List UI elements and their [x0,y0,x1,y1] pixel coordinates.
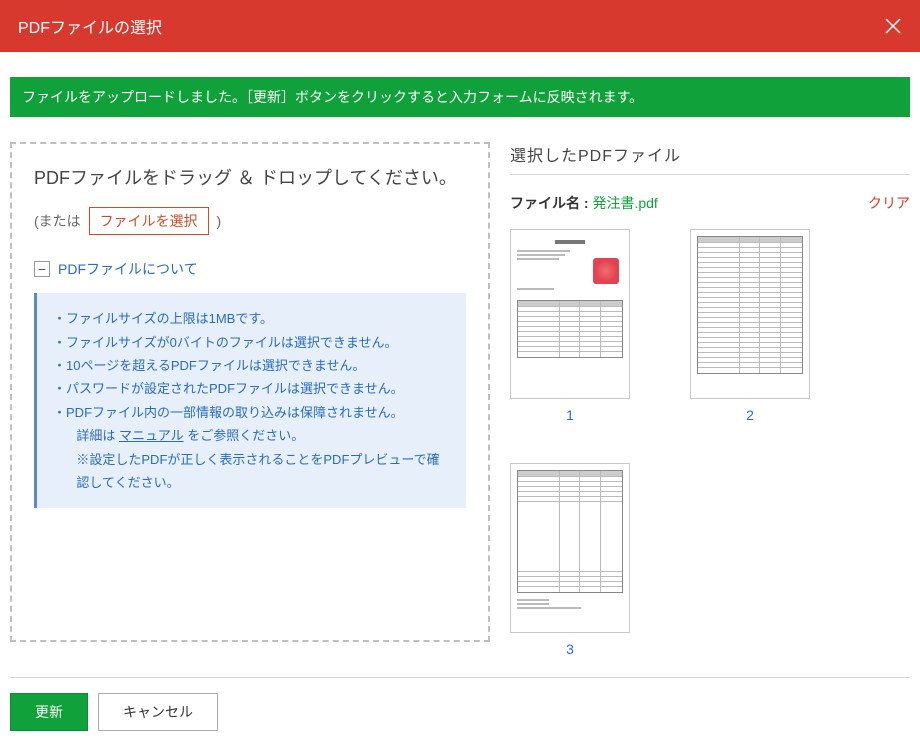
thumbnail-item[interactable]: 3 [510,463,630,657]
file-name-label: ファイル名 : [510,195,592,211]
about-item: ファイルサイズの上限は1MBです。 [53,307,450,330]
file-info-row: ファイル名 : 発注書.pdf クリア [510,193,910,213]
file-select-button[interactable]: ファイルを選択 [89,207,209,235]
thumbnail-page-2 [690,229,810,399]
file-name-value: 発注書.pdf [592,195,657,211]
file-select-line: (または ファイルを選択 ) [34,207,466,235]
detail-prefix: 詳細は [76,428,119,443]
or-suffix: ) [216,213,221,229]
thumbnail-page-3 [510,463,630,633]
pdf-select-dialog: PDFファイルの選択 ファイルをアップロードしました。［更新］ボタンをクリックす… [0,0,920,746]
content-row: PDFファイルをドラッグ ＆ ドロップしてください。 (または ファイルを選択 … [10,142,910,657]
dialog-header: PDFファイルの選択 [0,0,920,52]
thumbnail-page-1 [510,229,630,399]
preview-column: 選択したPDFファイル ファイル名 : 発注書.pdf クリア [510,142,910,657]
dialog-footer: 更新 キャンセル [10,677,910,746]
about-detail-line: 詳細は マニュアル をご参照ください。 [53,424,450,447]
about-pdf-toggle[interactable]: − PDFファイルについて [34,259,466,279]
dropzone[interactable]: PDFファイルをドラッグ ＆ ドロップしてください。 (または ファイルを選択 … [10,142,490,642]
page-number: 3 [510,641,630,657]
about-list: ファイルサイズの上限は1MBです。 ファイルサイズが0バイトのファイルは選択でき… [53,307,450,424]
dropzone-title: PDFファイルをドラッグ ＆ ドロップしてください。 [34,166,466,191]
update-button[interactable]: 更新 [10,693,88,731]
dialog-title: PDFファイルの選択 [18,14,162,38]
cancel-button[interactable]: キャンセル [98,693,218,731]
about-toggle-label: PDFファイルについて [58,259,198,279]
thumbnail-item[interactable]: 1 [510,229,630,423]
stamp-icon [593,258,619,284]
detail-suffix: をご参照ください。 [184,428,305,443]
success-notice: ファイルをアップロードしました。［更新］ボタンをクリックすると入力フォームに反映… [10,77,910,117]
page-number: 1 [510,407,630,423]
preview-heading: 選択したPDFファイル [510,142,910,175]
about-pdf-panel: ファイルサイズの上限は1MBです。 ファイルサイズが0バイトのファイルは選択でき… [34,293,466,508]
page-number: 2 [690,407,810,423]
minus-icon: − [34,261,50,277]
thumbnails: 1 [510,229,910,657]
clear-button[interactable]: クリア [868,193,910,213]
or-prefix: (または [34,213,81,229]
close-icon [884,17,902,35]
file-name-block: ファイル名 : 発注書.pdf [510,193,658,213]
thumbnail-item[interactable]: 2 [690,229,810,423]
about-item: パスワードが設定されたPDFファイルは選択できません。 [53,377,450,400]
dialog-body: ファイルをアップロードしました。［更新］ボタンをクリックすると入力フォームに反映… [0,77,920,657]
about-item: PDFファイル内の一部情報の取り込みは保障されません。 [53,401,450,424]
close-button[interactable] [884,17,902,35]
about-item: 10ページを超えるPDFファイルは選択できません。 [53,354,450,377]
about-note: ※設定したPDFが正しく表示されることをPDFプレビューで確認してください。 [53,448,450,495]
about-item: ファイルサイズが0バイトのファイルは選択できません。 [53,331,450,354]
manual-link[interactable]: マニュアル [119,428,184,443]
